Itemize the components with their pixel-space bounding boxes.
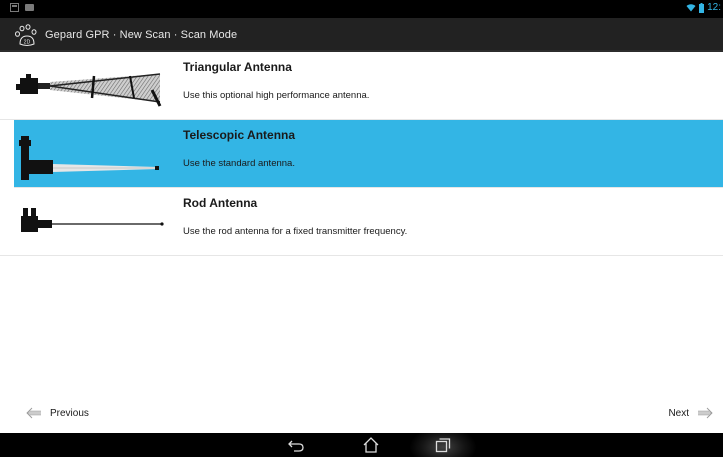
list-item-rod-antenna[interactable]: Rod Antenna Use the rod antenna for a fi… [0,188,723,256]
item-title: Rod Antenna [183,196,258,210]
arrow-left-icon [26,407,41,419]
rod-antenna-image [21,208,164,232]
arrow-right-icon [698,407,713,419]
next-label: Next [668,407,689,419]
back-icon[interactable] [287,436,305,454]
list-item-triangular-antenna[interactable]: Triangular Antenna Use this optional hig… [0,52,723,120]
wifi-icon [686,4,696,12]
triangular-antenna-image [16,73,162,107]
home-icon[interactable] [362,436,380,454]
next-button[interactable]: Next [668,404,713,422]
previous-button[interactable]: Previous [26,404,89,422]
image-notification-icon [25,4,34,11]
clock: 12: [707,2,721,13]
item-title: Telescopic Antenna [183,128,296,142]
system-navigation-bar [0,433,723,457]
telescopic-antenna-image [19,136,159,180]
status-bar: 12: [0,0,723,18]
item-description: Use this optional high performance anten… [183,90,370,101]
item-description: Use the rod antenna for a fixed transmit… [183,226,408,237]
battery-icon [699,2,705,13]
recent-apps-icon[interactable] [434,436,452,454]
action-bar: 2D Gepard GPR · New Scan · Scan Mode [0,18,723,52]
item-description: Use the standard antenna. [183,158,295,169]
item-title: Triangular Antenna [183,60,292,74]
paw-2d-icon[interactable]: 2D [14,22,38,48]
antenna-list: Triangular Antenna Use this optional hig… [0,52,723,256]
svg-text:2D: 2D [24,40,31,46]
previous-label: Previous [50,407,89,419]
page-title: Gepard GPR · New Scan · Scan Mode [45,29,238,41]
list-item-telescopic-antenna[interactable]: Telescopic Antenna Use the standard ante… [14,120,723,188]
screenshot-notification-icon [10,3,19,12]
